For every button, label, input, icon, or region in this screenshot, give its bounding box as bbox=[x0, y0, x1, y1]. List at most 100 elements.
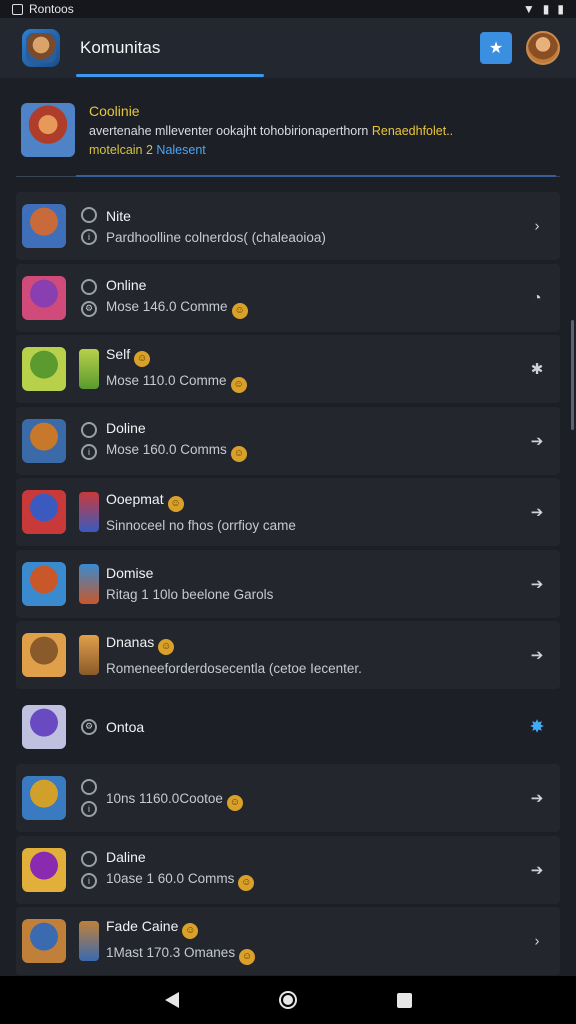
featured-title: Coolinie bbox=[89, 103, 140, 119]
list-item[interactable]: Ooepmat ☺ Sinnoceel no fhos (orrfioy came … bbox=[16, 478, 560, 546]
row-title: Doline bbox=[106, 419, 146, 436]
featured-community[interactable]: Coolinie avertenahe mlleventer ookajht t… bbox=[16, 86, 560, 174]
row-subtitle: Sinnoceel no fhos (orrfioy came bbox=[106, 518, 296, 533]
emoji-icon: ☺ bbox=[167, 496, 184, 512]
list-item[interactable]: Domise Ritag 1 10lo beelone Garols ➔ bbox=[16, 549, 560, 618]
featured-thumbnail bbox=[21, 103, 75, 157]
badge-icon bbox=[79, 349, 99, 389]
badge-icon bbox=[79, 921, 99, 961]
status-icon bbox=[81, 850, 97, 867]
home-icon[interactable] bbox=[278, 991, 297, 1009]
community-avatar bbox=[22, 847, 66, 892]
row-title: Daline bbox=[106, 848, 146, 865]
status-icon bbox=[81, 421, 97, 438]
favorite-button[interactable]: ★ bbox=[480, 32, 512, 64]
arrow-right-icon[interactable]: ➔ bbox=[528, 432, 546, 450]
arrow-right-icon[interactable]: ➔ bbox=[528, 861, 546, 879]
list-item[interactable]: i Doline Mose 160.0 Comms ☺ ➔ bbox=[16, 406, 560, 475]
list-item[interactable]: i Nite Pardhoolline colnerdos( (chaleaoio… bbox=[16, 192, 560, 260]
signal-icon: ▮ bbox=[542, 2, 550, 16]
list-item[interactable]: i Daline 10ase 1 60.0 Comms ☺ ➔ bbox=[16, 835, 560, 904]
wifi-icon: ▼ bbox=[522, 2, 535, 16]
star-icon: ★ bbox=[488, 40, 504, 57]
arrow-right-icon[interactable]: ➔ bbox=[528, 646, 546, 664]
community-avatar bbox=[22, 776, 66, 820]
community-avatar bbox=[22, 490, 66, 534]
list-item[interactable]: i 10ns 1160.0Cootoe ☺ ➔ bbox=[16, 764, 560, 832]
row-subtitle: 10ns 1160.0Cootoe ☺ bbox=[106, 791, 243, 811]
row-title: Ooepmat ☺ bbox=[106, 491, 296, 512]
badge-icon bbox=[79, 563, 99, 604]
page-title: Komunitas bbox=[80, 38, 161, 57]
clock-icon[interactable]: ◔ bbox=[528, 289, 546, 306]
settings-icon: ⚙ bbox=[81, 300, 97, 317]
emoji-icon: ☺ bbox=[230, 445, 247, 462]
badge-icon bbox=[79, 492, 99, 532]
row-title: Nite bbox=[106, 207, 131, 224]
settings-icon: ⚙ bbox=[81, 718, 97, 735]
scrollbar[interactable] bbox=[571, 320, 574, 430]
row-title: Dnanas ☺ bbox=[106, 634, 362, 655]
row-subtitle: Mose 146.0 Comme ☺ bbox=[106, 299, 248, 319]
app-bar: Komunitas ★ bbox=[0, 18, 576, 78]
row-title: Self ☺ bbox=[106, 346, 247, 367]
community-avatar bbox=[22, 418, 66, 463]
chevron-right-icon[interactable]: › bbox=[528, 218, 546, 235]
recent-apps-icon[interactable] bbox=[396, 992, 412, 1008]
chevron-right-icon[interactable]: › bbox=[528, 933, 546, 950]
divider-highlight bbox=[76, 175, 556, 177]
tab-indicator bbox=[76, 74, 264, 77]
community-avatar bbox=[22, 704, 66, 749]
status-app-name: Rontoos bbox=[29, 2, 74, 16]
status-icon bbox=[81, 207, 97, 223]
list-item[interactable]: Dnanas ☺ Romeneeforderdosecentla (cetoe Ie… bbox=[16, 621, 560, 689]
star-badge-icon[interactable]: ✸ bbox=[528, 716, 546, 737]
row-title: Ontoa bbox=[106, 718, 145, 735]
emoji-icon: ☺ bbox=[238, 874, 255, 891]
row-subtitle: 1Mast 170.3 Omanes ☺ bbox=[106, 945, 256, 965]
community-avatar bbox=[22, 561, 66, 606]
row-subtitle: Mose 160.0 Comms ☺ bbox=[106, 442, 247, 462]
emoji-icon: ☺ bbox=[226, 795, 243, 811]
info-icon: i bbox=[81, 229, 97, 245]
info-icon: i bbox=[81, 872, 97, 889]
emoji-icon: ☺ bbox=[158, 639, 175, 655]
notification-icon bbox=[12, 3, 23, 15]
emoji-icon: ☺ bbox=[182, 922, 199, 939]
row-subtitle: Pardhoolline colnerdos( (chaleaoioa) bbox=[106, 229, 326, 245]
community-avatar bbox=[22, 633, 66, 677]
emoji-icon: ☺ bbox=[134, 350, 151, 367]
gear-icon[interactable]: ✱ bbox=[528, 360, 546, 378]
community-avatar bbox=[22, 275, 66, 320]
row-subtitle: 10ase 1 60.0 Comms ☺ bbox=[106, 871, 255, 891]
featured-description: avertenahe mlleventer ookajht tohobirion… bbox=[89, 124, 454, 138]
community-avatar bbox=[22, 204, 66, 248]
community-list: i Nite Pardhoolline colnerdos( (chaleaoio… bbox=[16, 192, 560, 979]
community-avatar bbox=[22, 919, 66, 963]
info-icon: i bbox=[81, 443, 97, 460]
emoji-icon: ☺ bbox=[239, 948, 256, 965]
info-icon: i bbox=[81, 801, 97, 817]
back-icon[interactable] bbox=[164, 992, 179, 1008]
list-item[interactable]: Fade Caine ☺ 1Mast 170.3 Omanes ☺ › bbox=[16, 907, 560, 975]
profile-avatar[interactable] bbox=[526, 31, 560, 65]
community-avatar bbox=[22, 347, 66, 391]
battery-icon: ▮ bbox=[557, 2, 564, 16]
arrow-right-icon[interactable]: ➔ bbox=[528, 789, 546, 807]
status-icon bbox=[81, 278, 97, 295]
list-item[interactable]: ⚙ Online Mose 146.0 Comme ☺ ◔ bbox=[16, 263, 560, 332]
emoji-icon: ☺ bbox=[231, 302, 248, 319]
app-logo[interactable] bbox=[22, 29, 60, 67]
status-bar: Rontoos ▼ ▮ ▮ bbox=[0, 0, 576, 18]
arrow-right-icon[interactable]: ➔ bbox=[528, 575, 546, 593]
row-title: Domise bbox=[106, 565, 154, 581]
status-icon bbox=[81, 779, 97, 795]
list-item[interactable]: Self ☺ Mose 110.0 Comme ☺ ✱ bbox=[16, 335, 560, 403]
arrow-right-icon[interactable]: ➔ bbox=[528, 503, 546, 521]
row-title: Online bbox=[106, 276, 147, 293]
row-subtitle: Ritag 1 10lo beelone Garols bbox=[106, 587, 274, 602]
list-item[interactable]: ⚙ Ontoa ✸ bbox=[16, 693, 560, 761]
row-title: Fade Caine ☺ bbox=[106, 918, 255, 939]
system-nav-bar bbox=[0, 976, 576, 1024]
row-subtitle: Romeneeforderdosecentla (cetoe Iecenter. bbox=[106, 661, 362, 676]
